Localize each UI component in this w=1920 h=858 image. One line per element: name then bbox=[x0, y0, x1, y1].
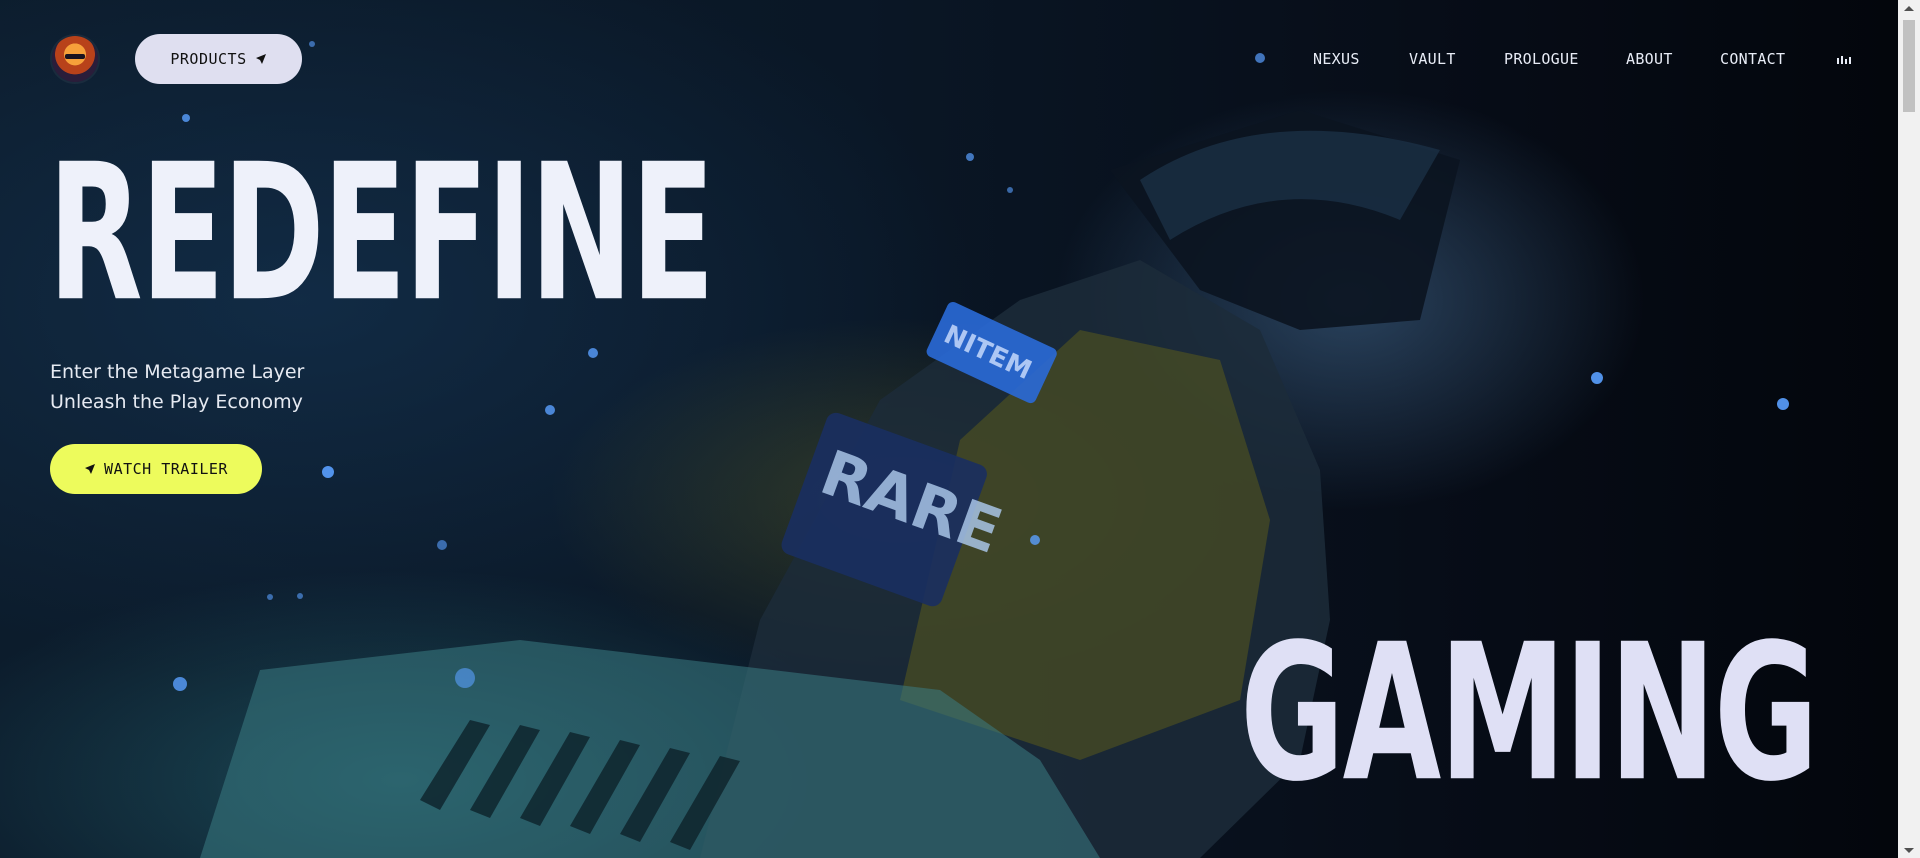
scrollbar-thumb[interactable] bbox=[1903, 20, 1915, 112]
arrow-icon bbox=[255, 54, 266, 64]
nav-item-nexus[interactable]: NEXUS bbox=[1313, 50, 1360, 68]
hero-section: RARE NITEM PRODUCTS NEXUS VAULT PROLOGUE… bbox=[0, 0, 1898, 858]
watch-trailer-label: WATCH TRAILER bbox=[104, 460, 228, 478]
nav-item-vault[interactable]: VAULT bbox=[1409, 50, 1456, 68]
headline-gaming: GAMING bbox=[1240, 604, 1819, 824]
nav-item-prologue[interactable]: PROLOGUE bbox=[1504, 50, 1579, 68]
audio-bars-icon[interactable] bbox=[1837, 56, 1851, 64]
arrow-icon bbox=[85, 464, 96, 474]
products-button[interactable]: PRODUCTS bbox=[135, 34, 302, 84]
nav-item-contact[interactable]: CONTACT bbox=[1720, 50, 1785, 68]
watch-trailer-button[interactable]: WATCH TRAILER bbox=[50, 444, 262, 494]
products-button-label: PRODUCTS bbox=[170, 50, 247, 68]
ninja-avatar-icon[interactable] bbox=[52, 36, 98, 82]
page-scrollbar[interactable] bbox=[1898, 0, 1920, 858]
nav-item-about[interactable]: ABOUT bbox=[1626, 50, 1673, 68]
hero-subtitle-line-2: Unleash the Play Economy bbox=[50, 391, 303, 413]
scroll-up-icon[interactable] bbox=[1903, 2, 1915, 14]
hero-subtitle-line-1: Enter the Metagame Layer bbox=[50, 361, 305, 383]
scroll-down-icon[interactable] bbox=[1903, 844, 1915, 856]
headline-redefine: REDEFINE bbox=[48, 124, 715, 344]
